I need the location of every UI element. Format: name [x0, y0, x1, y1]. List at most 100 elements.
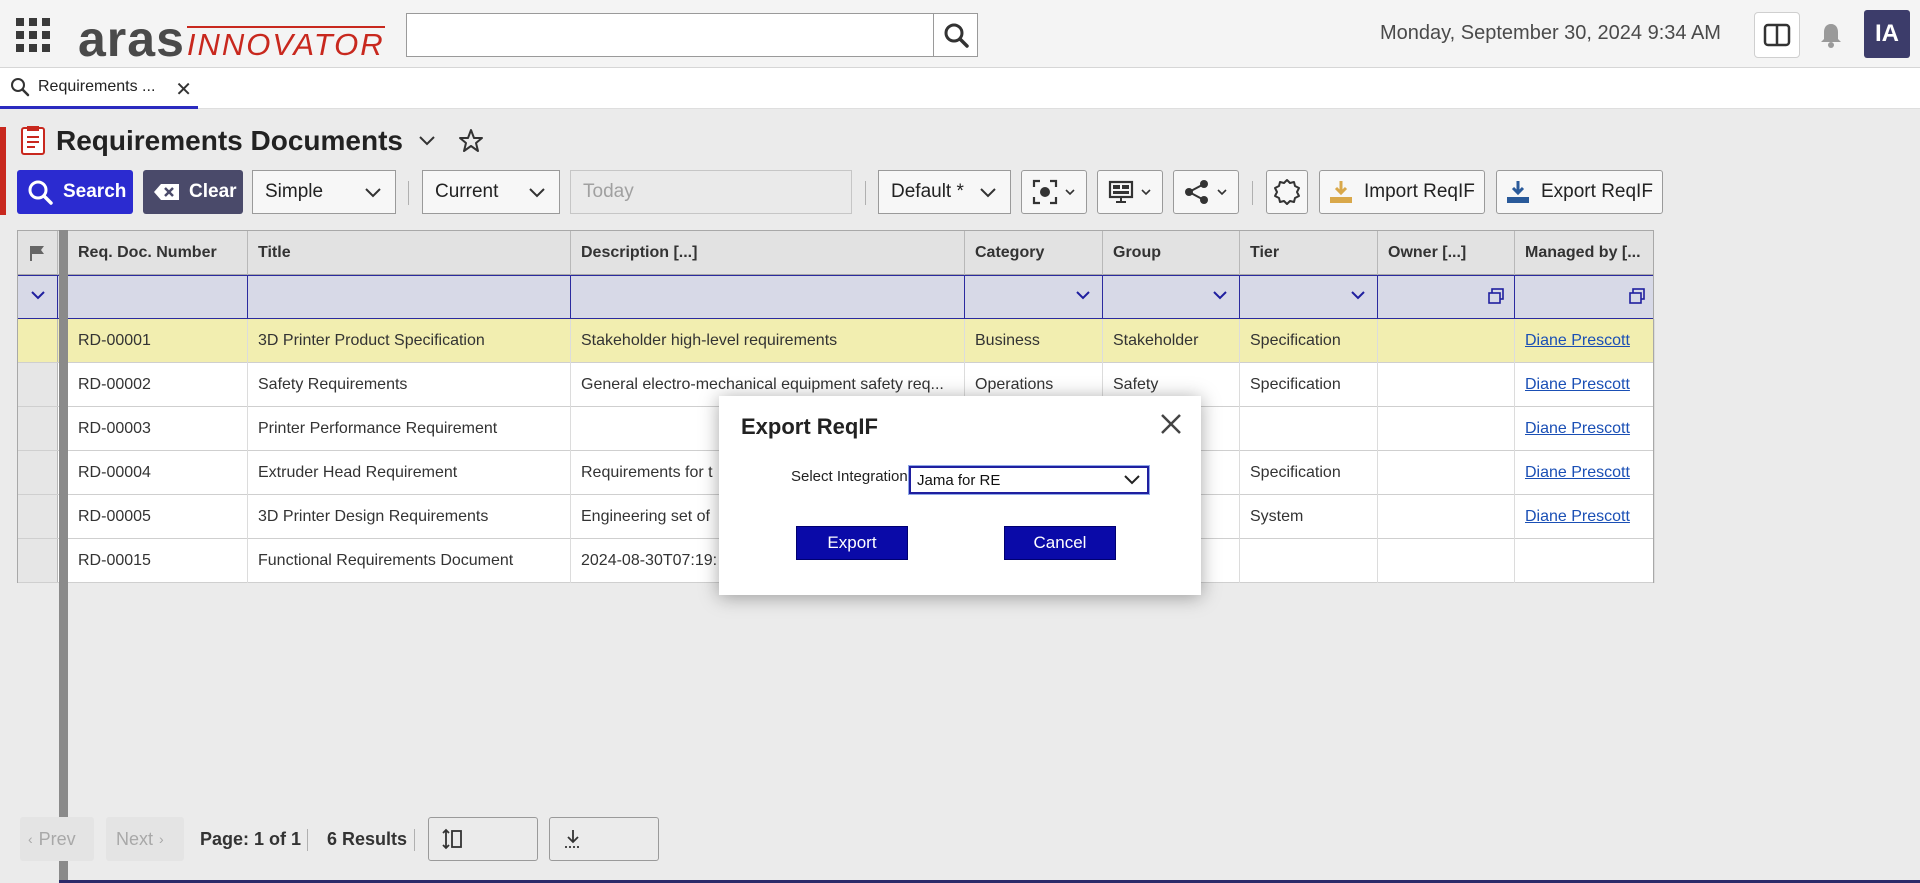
- cell-owner: [1378, 407, 1515, 451]
- chevron-down-icon: [1213, 291, 1227, 300]
- prev-page-button[interactable]: ‹ Prev: [20, 817, 94, 861]
- table-row[interactable]: RD-00001 3D Printer Product Specification…: [18, 319, 1655, 363]
- cell-owner: [1378, 451, 1515, 495]
- open-dialog-icon: [1629, 288, 1645, 304]
- global-search-button[interactable]: [933, 13, 978, 57]
- column-header-owner[interactable]: Owner [...]: [1378, 231, 1515, 275]
- column-header-description[interactable]: Description [...]: [571, 231, 965, 275]
- gear-icon: [1274, 179, 1300, 205]
- cell-title: Printer Performance Requirement: [248, 407, 571, 451]
- cell-title: 3D Printer Product Specification: [248, 319, 571, 363]
- cell-managed-by[interactable]: Diane Prescott: [1515, 363, 1655, 407]
- cell-managed-by[interactable]: Diane Prescott: [1515, 495, 1655, 539]
- cell-managed-by[interactable]: Diane Prescott: [1515, 319, 1655, 363]
- export-icon: [1507, 181, 1529, 203]
- integration-select[interactable]: Jama for RE: [908, 465, 1150, 495]
- export-reqif-button[interactable]: Export ReqIF: [1496, 170, 1663, 214]
- saved-search-value: Default *: [891, 181, 964, 202]
- row-flag-cell[interactable]: [18, 363, 58, 406]
- column-header-group[interactable]: Group: [1103, 231, 1240, 275]
- close-icon[interactable]: ✕: [175, 77, 192, 102]
- column-header-title[interactable]: Title: [248, 231, 571, 275]
- import-reqif-label: Import ReqIF: [1364, 181, 1475, 202]
- filter-tier[interactable]: [1240, 276, 1378, 318]
- cell-number: RD-00002: [68, 363, 248, 407]
- filter-row: [18, 275, 1653, 319]
- frozen-column-splitter[interactable]: [59, 230, 68, 883]
- row-flag-cell[interactable]: [18, 495, 58, 538]
- tab-requirements[interactable]: Requirements ... ✕: [0, 68, 198, 109]
- search-button[interactable]: Search: [17, 170, 133, 214]
- logo-subtext: INNOVATOR: [186, 26, 385, 62]
- page-size-button[interactable]: [428, 817, 538, 861]
- current-datetime: Monday, September 30, 2024 9:34 AM: [1380, 22, 1721, 44]
- cell-owner: [1378, 319, 1515, 363]
- export-button[interactable]: Export: [796, 526, 908, 560]
- cell-tier: [1240, 539, 1378, 583]
- filter-number[interactable]: [68, 276, 248, 318]
- filter-category[interactable]: [965, 276, 1103, 318]
- column-header-number[interactable]: Req. Doc. Number: [68, 231, 248, 275]
- chevron-down-icon: [365, 188, 381, 198]
- column-header-tier[interactable]: Tier: [1240, 231, 1378, 275]
- monitor-layout-icon: [1108, 180, 1134, 203]
- cell-title: Functional Requirements Document: [248, 539, 571, 583]
- search-button-label: Search: [63, 181, 127, 202]
- pager-divider: [414, 829, 415, 851]
- split-panel-icon: [1763, 23, 1791, 47]
- close-icon[interactable]: [1157, 410, 1185, 438]
- capture-view-dropdown[interactable]: [1021, 170, 1087, 214]
- results-count: 6 Results: [327, 828, 408, 849]
- bell-icon: [1821, 24, 1841, 48]
- row-flag-cell[interactable]: [18, 319, 58, 362]
- date-input[interactable]: Today: [570, 170, 852, 214]
- flag-column-header[interactable]: [18, 231, 58, 275]
- cell-managed-by[interactable]: Diane Prescott: [1515, 407, 1655, 451]
- filter-group[interactable]: [1103, 276, 1240, 318]
- open-dialog-icon: [1488, 288, 1504, 304]
- filter-title[interactable]: [248, 276, 571, 318]
- panel-toggle-button[interactable]: [1754, 12, 1800, 58]
- filter-toggle[interactable]: [18, 276, 58, 318]
- filter-owner[interactable]: [1378, 276, 1515, 318]
- column-header-category[interactable]: Category: [965, 231, 1103, 275]
- search-mode-select[interactable]: Simple: [252, 170, 396, 214]
- notifications-button[interactable]: [1808, 12, 1854, 58]
- settings-button[interactable]: [1266, 170, 1308, 214]
- chevron-down-icon[interactable]: [417, 134, 437, 148]
- chevron-down-icon: [1065, 189, 1075, 196]
- saved-search-select[interactable]: Default *: [878, 170, 1011, 214]
- cell-number: RD-00015: [68, 539, 248, 583]
- row-flag-cell[interactable]: [18, 539, 58, 582]
- logo-text: aras: [78, 11, 185, 67]
- export-reqif-label: Export ReqIF: [1541, 181, 1653, 202]
- layout-dropdown[interactable]: [1097, 170, 1163, 214]
- filter-description[interactable]: [571, 276, 965, 318]
- chevron-down-icon: [1351, 291, 1365, 300]
- column-header-managed-by[interactable]: Managed by [...: [1515, 231, 1655, 275]
- cancel-button[interactable]: Cancel: [1004, 526, 1116, 560]
- share-dropdown[interactable]: [1173, 170, 1239, 214]
- row-height-icon: [442, 828, 462, 850]
- chevron-down-icon: [31, 291, 45, 300]
- row-flag-cell[interactable]: [18, 451, 58, 494]
- favorite-star-icon[interactable]: [457, 127, 485, 155]
- global-search-input[interactable]: [406, 13, 934, 57]
- row-flag-cell[interactable]: [18, 407, 58, 450]
- version-select[interactable]: Current: [422, 170, 560, 214]
- cell-number: RD-00005: [68, 495, 248, 539]
- cell-owner: [1378, 539, 1515, 583]
- tab-label: Requirements ...: [38, 78, 156, 95]
- cell-owner: [1378, 495, 1515, 539]
- import-reqif-button[interactable]: Import ReqIF: [1319, 170, 1485, 214]
- cell-managed-by[interactable]: Diane Prescott: [1515, 451, 1655, 495]
- chevron-down-icon: [1124, 475, 1140, 485]
- user-avatar[interactable]: IA: [1864, 10, 1910, 58]
- page-title-row: Requirements Documents: [20, 123, 485, 159]
- next-page-button[interactable]: Next ›: [106, 817, 184, 861]
- download-button[interactable]: [549, 817, 659, 861]
- app-launcher-icon[interactable]: [16, 18, 50, 52]
- filter-managed-by[interactable]: [1515, 276, 1655, 318]
- cell-tier: System: [1240, 495, 1378, 539]
- clear-button[interactable]: Clear: [143, 170, 243, 214]
